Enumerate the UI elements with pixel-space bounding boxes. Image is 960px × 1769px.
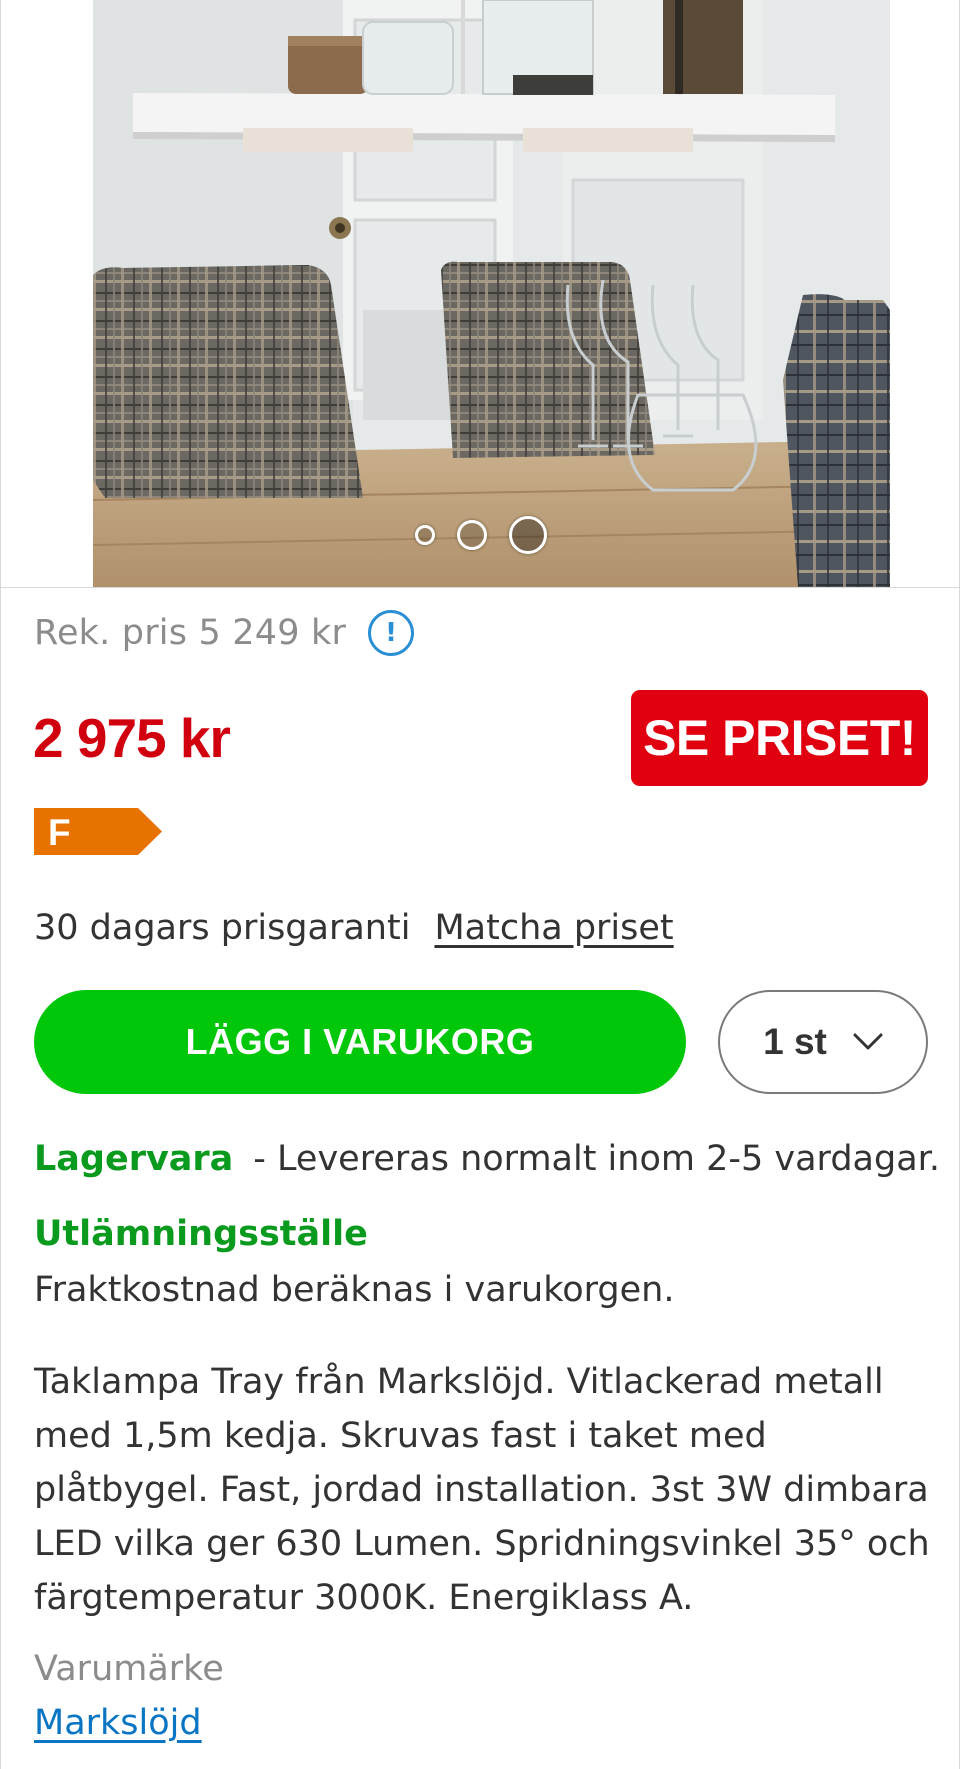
- brand-label: Varumärke: [34, 1649, 224, 1689]
- product-image-carousel[interactable]: [1, 0, 959, 588]
- carousel-dot-active[interactable]: [509, 516, 547, 554]
- quantity-value: 1 st: [763, 1021, 827, 1062]
- info-icon[interactable]: !: [368, 610, 415, 656]
- energy-class-badge[interactable]: F: [34, 808, 162, 855]
- stock-status-row: Lagervara - Levereras normalt inom 2-5 v…: [34, 1139, 940, 1179]
- chevron-down-icon: [853, 1033, 883, 1050]
- recommended-price-row: Rek. pris 5 249 kr !: [34, 610, 415, 656]
- carousel-pagination: [1, 516, 959, 554]
- match-price-link[interactable]: Matcha priset: [434, 908, 673, 948]
- price-guarantee-row: 30 dagars prisgaranti Matcha priset: [34, 908, 674, 948]
- energy-class-label: F: [48, 812, 71, 853]
- delivery-estimate: - Levereras normalt inom 2-5 vardagar.: [253, 1139, 940, 1179]
- pickup-point-title: Utlämningsställe: [34, 1214, 368, 1254]
- product-image[interactable]: [93, 0, 890, 587]
- add-to-cart-button[interactable]: LÄGG I VARUKORG: [34, 990, 686, 1094]
- quantity-select[interactable]: 1 st: [718, 990, 928, 1094]
- see-price-button[interactable]: SE PRISET!: [631, 690, 928, 786]
- stock-status-label: Lagervara: [34, 1139, 234, 1179]
- carousel-dot[interactable]: [457, 520, 487, 550]
- carousel-dot[interactable]: [415, 525, 435, 545]
- brand-link[interactable]: Markslöjd: [34, 1703, 202, 1743]
- product-photo-illustration: [93, 0, 890, 587]
- recommended-price: Rek. pris 5 249 kr: [34, 613, 347, 653]
- product-description: Taklampa Tray från Markslöjd. Vitlackera…: [34, 1362, 930, 1618]
- price-guarantee-text: 30 dagars prisgaranti: [34, 908, 411, 948]
- shipping-cost-text: Fraktkostnad beräknas i varukorgen.: [34, 1270, 675, 1310]
- current-price: 2 975 kr: [33, 707, 231, 769]
